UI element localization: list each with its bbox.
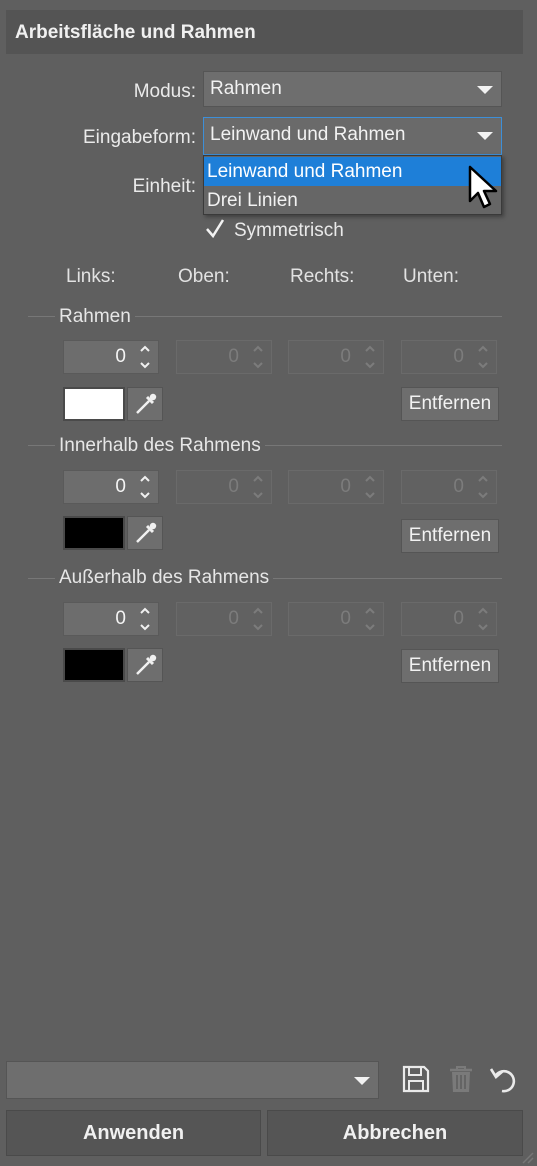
chevron-down-icon[interactable] — [140, 490, 150, 500]
chevron-up-icon — [253, 607, 263, 614]
eingabeform-label: Eingabeform: — [82, 127, 196, 148]
stepper-value: 0 — [453, 608, 464, 629]
modus-label: Modus: — [133, 81, 196, 102]
chevron-up-icon — [365, 475, 375, 482]
eyedropper-icon — [136, 522, 157, 543]
modus-value: Rahmen — [210, 78, 282, 99]
column-header-unten: Unten: — [403, 266, 459, 287]
chevron-down-icon — [365, 624, 375, 631]
chevron-down-icon — [477, 132, 493, 140]
trash-icon — [450, 1066, 472, 1092]
chevron-up-icon — [365, 345, 375, 352]
eyedropper-icon — [136, 393, 157, 414]
chevron-down-icon — [354, 1077, 370, 1085]
stepper-value: 0 — [228, 476, 239, 497]
chevron-up-icon — [365, 607, 375, 614]
stepper-value: 0 — [340, 346, 351, 367]
chevron-up-icon — [253, 345, 263, 352]
innerhalb-remove-button[interactable]: Entfernen — [401, 519, 499, 553]
chevron-down-icon — [253, 492, 263, 499]
stepper-value: 0 — [115, 346, 126, 367]
column-header-oben: Oben: — [178, 266, 230, 287]
eingabeform-dropdown-list: Leinwand und Rahmen Drei Linien — [203, 155, 502, 215]
eingabeform-select[interactable]: Leinwand und Rahmen — [203, 117, 502, 155]
save-icon[interactable] — [401, 1064, 431, 1094]
chevron-down-icon — [365, 492, 375, 499]
chevron-down-icon — [478, 362, 488, 369]
chevron-down-icon — [477, 86, 493, 94]
rahmen-rechts-stepper: 0 — [288, 340, 384, 374]
chevron-down-icon[interactable] — [140, 360, 150, 370]
chevron-down-icon — [478, 624, 488, 631]
eingabeform-value: Leinwand und Rahmen — [210, 124, 406, 145]
undo-icon[interactable] — [488, 1063, 520, 1095]
stepper-value: 0 — [115, 476, 126, 497]
rahmen-unten-stepper: 0 — [401, 340, 497, 374]
stepper-value: 0 — [228, 346, 239, 367]
innerhalb-eyedropper-button[interactable] — [127, 516, 163, 550]
stepper-value: 0 — [340, 476, 351, 497]
innerhalb-links-stepper[interactable]: 0 — [63, 470, 159, 504]
chevron-down-icon — [478, 492, 488, 499]
column-header-links: Links: — [66, 266, 116, 287]
column-header-rechts: Rechts: — [290, 266, 355, 287]
rahmen-color-swatch[interactable] — [63, 387, 125, 421]
einheit-label: Einheit: — [132, 176, 196, 197]
dropdown-option-drei-linien[interactable]: Drei Linien — [204, 186, 501, 215]
chevron-down-icon — [253, 362, 263, 369]
innerhalb-unten-stepper: 0 — [401, 470, 497, 504]
chevron-up-icon — [478, 345, 488, 352]
ausserhalb-eyedropper-button[interactable] — [127, 648, 163, 682]
checkmark-icon[interactable] — [204, 218, 226, 240]
chevron-down-icon — [365, 362, 375, 369]
chevron-up-icon[interactable] — [140, 606, 150, 616]
rahmen-remove-button[interactable]: Entfernen — [401, 387, 499, 421]
ausserhalb-remove-button[interactable]: Entfernen — [401, 649, 499, 683]
section-title-rahmen: Rahmen — [55, 306, 135, 328]
preset-select[interactable] — [6, 1061, 379, 1099]
chevron-down-icon[interactable] — [140, 622, 150, 632]
ausserhalb-oben-stepper: 0 — [176, 602, 272, 636]
stepper-value: 0 — [340, 608, 351, 629]
resize-grip-icon[interactable] — [520, 1150, 534, 1164]
chevron-up-icon — [478, 475, 488, 482]
rahmen-eyedropper-button[interactable] — [127, 387, 163, 421]
section-title-ausserhalb: Außerhalb des Rahmens — [55, 567, 274, 589]
section-title-innerhalb: Innerhalb des Rahmens — [55, 435, 265, 457]
apply-button[interactable]: Anwenden — [6, 1110, 261, 1156]
chevron-up-icon — [478, 607, 488, 614]
ausserhalb-rechts-stepper: 0 — [288, 602, 384, 636]
ausserhalb-unten-stepper: 0 — [401, 602, 497, 636]
cancel-button[interactable]: Abbrechen — [267, 1110, 523, 1156]
chevron-down-icon — [253, 624, 263, 631]
chevron-up-icon[interactable] — [140, 474, 150, 484]
innerhalb-rechts-stepper: 0 — [288, 470, 384, 504]
dropdown-option-leinwand-und-rahmen[interactable]: Leinwand und Rahmen — [204, 157, 501, 186]
ausserhalb-links-stepper[interactable]: 0 — [63, 602, 159, 636]
stepper-value: 0 — [228, 608, 239, 629]
stepper-value: 0 — [453, 346, 464, 367]
chevron-up-icon — [253, 475, 263, 482]
modus-select[interactable]: Rahmen — [203, 71, 502, 107]
stepper-value: 0 — [453, 476, 464, 497]
panel-title: Arbeitsfläche und Rahmen — [15, 22, 256, 43]
stepper-value: 0 — [115, 608, 126, 629]
rahmen-links-stepper[interactable]: 0 — [63, 340, 159, 374]
rahmen-oben-stepper: 0 — [176, 340, 272, 374]
ausserhalb-color-swatch[interactable] — [63, 648, 125, 682]
symmetrisch-label[interactable]: Symmetrisch — [234, 220, 344, 242]
innerhalb-color-swatch[interactable] — [63, 516, 125, 550]
chevron-up-icon[interactable] — [140, 344, 150, 354]
eyedropper-icon — [136, 654, 157, 675]
mouse-pointer-icon — [468, 165, 498, 209]
innerhalb-oben-stepper: 0 — [176, 470, 272, 504]
